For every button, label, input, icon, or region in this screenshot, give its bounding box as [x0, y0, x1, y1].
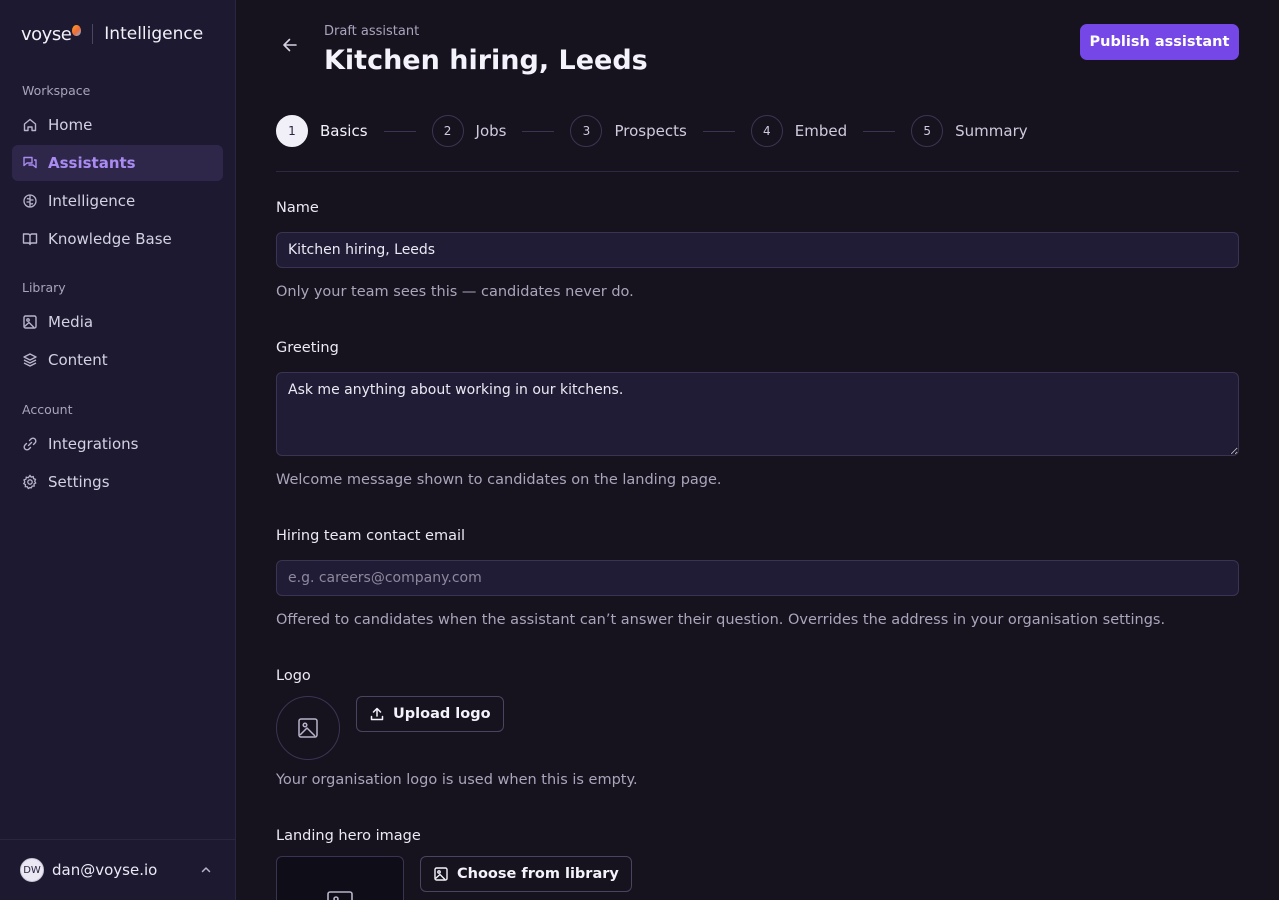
sidebar-item-label: Knowledge Base — [48, 230, 172, 248]
chat-icon — [22, 155, 38, 171]
greeting-textarea[interactable]: Ask me anything about working in our kit… — [276, 372, 1239, 456]
contact-email-help-text: Offered to candidates when the assistant… — [276, 612, 1166, 628]
brand-divider — [92, 24, 94, 44]
balloon-logo-icon — [72, 24, 82, 36]
publish-assistant-button[interactable]: Publish assistant — [1080, 24, 1239, 60]
image-icon — [433, 866, 449, 882]
choose-from-library-label: Choose from library — [457, 866, 619, 882]
nav-heading-workspace: Workspace — [22, 83, 91, 98]
voyse-logo: voyse — [21, 23, 82, 45]
chevron-up-icon — [199, 863, 213, 877]
step-label: Jobs — [475, 122, 507, 140]
name-help-text: Only your team sees this — candidates ne… — [276, 284, 634, 300]
sidebar-item-label: Home — [48, 116, 93, 134]
step-label: Summary — [955, 122, 1028, 140]
logo-help-text: Your organisation logo is used when this… — [276, 772, 638, 788]
logo-label: Logo — [276, 668, 311, 684]
step-embed[interactable]: 4 Embed — [750, 115, 848, 147]
contact-email-label: Hiring team contact email — [276, 528, 466, 544]
nav-group-library: Library Media Content — [12, 280, 223, 378]
back-arrow-icon[interactable] — [280, 35, 300, 55]
nav-heading-library: Library — [22, 280, 66, 295]
sidebar-item-label: Assistants — [48, 154, 136, 172]
step-number: 2 — [431, 115, 464, 147]
sidebar-item-label: Media — [48, 313, 94, 331]
sidebar-item-settings[interactable]: Settings — [12, 464, 223, 500]
image-placeholder-icon — [326, 889, 354, 900]
image-placeholder-icon — [297, 717, 319, 739]
step-number: 3 — [570, 115, 603, 147]
step-label: Embed — [794, 122, 848, 140]
sidebar-item-integrations[interactable]: Integrations — [12, 426, 223, 462]
step-connector — [863, 130, 896, 132]
logo-wordmark: voyse — [21, 23, 72, 45]
sidebar-item-label: Intelligence — [48, 192, 136, 210]
greeting-help-text: Welcome message shown to candidates on t… — [276, 472, 722, 488]
sidebar-item-content[interactable]: Content — [12, 342, 223, 378]
sidebar-item-assistants[interactable]: Assistants — [12, 145, 223, 181]
sidebar-item-label: Settings — [48, 473, 110, 491]
step-number: 1 — [276, 115, 308, 147]
sidebar-item-media[interactable]: Media — [12, 304, 223, 340]
logo-preview — [276, 696, 340, 760]
upload-icon — [369, 706, 385, 722]
step-number: 5 — [911, 115, 944, 147]
draft-label: Draft assistant — [324, 24, 420, 39]
product-name: Intelligence — [104, 24, 204, 44]
sidebar-item-label: Content — [48, 351, 108, 369]
step-label: Basics — [320, 122, 368, 140]
sidebar-item-knowledge-base[interactable]: Knowledge Base — [12, 221, 223, 257]
step-summary[interactable]: 5 Summary — [911, 115, 1028, 147]
book-icon — [22, 231, 38, 247]
sidebar: voyse Intelligence Workspace Home Assist… — [0, 0, 236, 900]
greeting-label: Greeting — [276, 340, 339, 356]
sidebar-item-intelligence[interactable]: Intelligence — [12, 183, 223, 219]
brain-icon — [22, 193, 38, 209]
sidebar-item-home[interactable]: Home — [12, 107, 223, 143]
home-icon — [22, 117, 38, 133]
header-divider — [276, 171, 1239, 172]
step-jobs[interactable]: 2 Jobs — [431, 115, 507, 147]
contact-email-input[interactable] — [276, 560, 1239, 596]
user-menu[interactable]: DW dan@voyse.io — [0, 839, 235, 900]
link-icon — [22, 436, 38, 452]
nav-group-account: Account Integrations Settings — [12, 402, 223, 500]
upload-logo-label: Upload logo — [393, 706, 491, 722]
gear-icon — [22, 474, 38, 490]
user-email: dan@voyse.io — [52, 861, 158, 879]
step-label: Prospects — [614, 122, 687, 140]
choose-from-library-button[interactable]: Choose from library — [420, 856, 632, 892]
wizard-stepper: 1 Basics 2 Jobs 3 Prospects 4 Embed 5 Su… — [276, 115, 1028, 147]
image-icon — [22, 314, 38, 330]
name-input[interactable] — [276, 232, 1239, 268]
step-basics[interactable]: 1 Basics — [276, 115, 368, 147]
brand[interactable]: voyse Intelligence — [21, 22, 203, 46]
step-connector — [522, 130, 555, 132]
layers-icon — [22, 352, 38, 368]
page-title: Kitchen hiring, Leeds — [324, 45, 648, 76]
upload-logo-button[interactable]: Upload logo — [356, 696, 504, 732]
hero-image-label: Landing hero image — [276, 828, 421, 844]
nav-group-workspace: Workspace Home Assistants Intelligence K… — [12, 83, 223, 257]
step-connector — [383, 130, 416, 132]
hero-image-preview — [276, 856, 404, 900]
step-number: 4 — [750, 115, 783, 147]
step-connector — [702, 130, 735, 132]
nav-heading-account: Account — [22, 402, 73, 417]
avatar: DW — [20, 858, 44, 882]
name-label: Name — [276, 200, 319, 216]
step-prospects[interactable]: 3 Prospects — [570, 115, 687, 147]
sidebar-item-label: Integrations — [48, 435, 139, 453]
